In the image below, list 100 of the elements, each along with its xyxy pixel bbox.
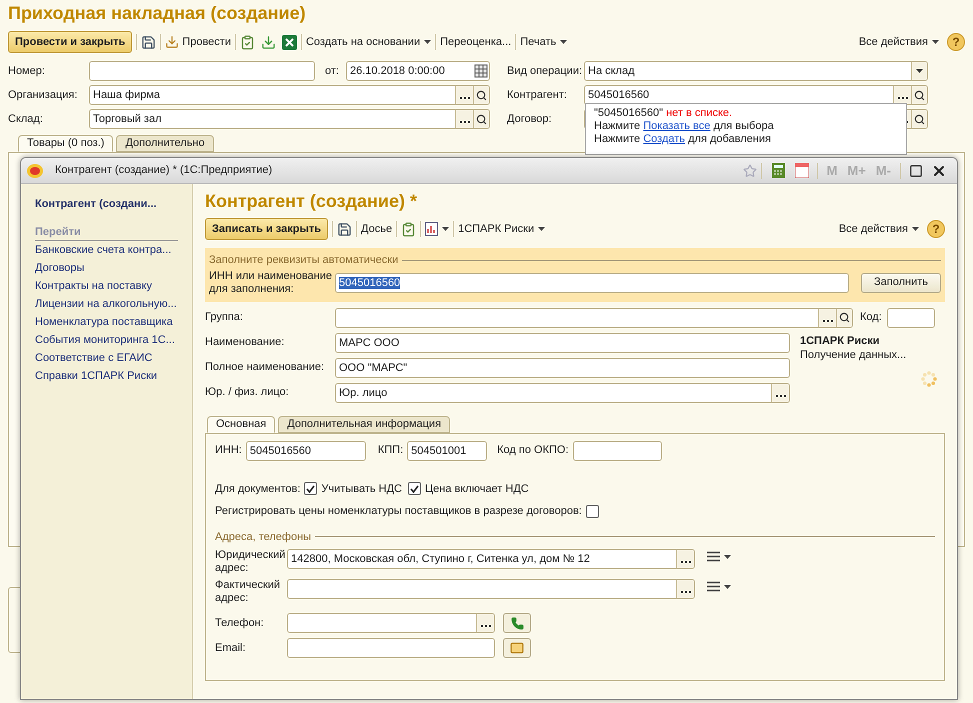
maximize-icon[interactable]: [909, 164, 923, 178]
text-field[interactable]: МАРС ООО: [335, 332, 790, 352]
field-label: Контрагент:: [507, 88, 568, 103]
calendar-icon[interactable]: [474, 64, 488, 78]
caret-icon: [932, 40, 939, 44]
field-label: Телефон:: [215, 616, 265, 631]
spark-risks-menu[interactable]: 1СПАРК Риски: [458, 220, 546, 238]
menu-icon: [707, 551, 720, 562]
save-and-close-button[interactable]: Записать и закрыть: [205, 218, 328, 240]
form-title: Контрагент (создание) *: [205, 190, 418, 212]
search-button[interactable]: [473, 110, 489, 128]
post-button[interactable]: Провести: [182, 34, 231, 50]
field-label: Полное наименование:: [205, 360, 326, 376]
text-field[interactable]: [89, 61, 315, 81]
sidebar-link[interactable]: Контракты на поставку: [35, 276, 178, 294]
sidebar-link[interactable]: Соответствие с ЕГАИС: [35, 348, 178, 366]
send-email-button[interactable]: [503, 638, 531, 658]
text-field[interactable]: [287, 613, 495, 633]
field-label: Номер:: [8, 64, 46, 79]
text-field[interactable]: 5045016560: [335, 272, 849, 292]
sidebar-link[interactable]: Номенклатура поставщика: [35, 312, 178, 330]
report-icon[interactable]: [425, 222, 438, 236]
clipboard-icon[interactable]: [401, 222, 416, 236]
dots-icon: [680, 561, 690, 564]
help-button[interactable]: ?: [927, 220, 945, 238]
text-field[interactable]: [287, 638, 495, 658]
text-field[interactable]: Наша фирма: [89, 85, 490, 105]
checkbox[interactable]: [408, 482, 421, 496]
clipboard-icon[interactable]: [240, 34, 255, 50]
star-icon[interactable]: [742, 164, 757, 178]
sidebar-link[interactable]: Банковские счета контра...: [35, 240, 178, 258]
dropdown-button[interactable]: [911, 62, 927, 80]
tab[interactable]: Дополнительно: [116, 135, 214, 152]
date-field[interactable]: 26.10.2018 0:00:00: [346, 61, 490, 81]
menu-button[interactable]: [707, 581, 731, 592]
text-field[interactable]: [335, 308, 853, 328]
checkbox[interactable]: [586, 504, 599, 518]
text-field[interactable]: На склад: [584, 61, 928, 81]
text-field[interactable]: [572, 440, 662, 460]
print-menu[interactable]: Печать: [520, 34, 568, 50]
dots-icon: [680, 591, 690, 594]
text-field[interactable]: ООО "МАРС": [335, 358, 790, 378]
checkbox[interactable]: [304, 482, 318, 496]
text-field[interactable]: 142800, Московская обл, Ступино г, Ситенка ул, дом № 12: [287, 549, 695, 569]
text-field[interactable]: 5045016560: [246, 440, 366, 460]
text-field[interactable]: Юр. лицо: [335, 382, 790, 402]
choose-button[interactable]: [676, 550, 694, 568]
sidebar-link[interactable]: Справки 1СПАРК Риски: [35, 366, 178, 384]
calendar-icon[interactable]: [794, 163, 809, 178]
download-icon[interactable]: [260, 34, 276, 50]
create-based-on-menu[interactable]: Создать на основании: [306, 34, 432, 50]
choose-button[interactable]: [818, 308, 836, 326]
search-button[interactable]: [836, 308, 852, 326]
field-label: КПП:: [378, 443, 404, 458]
link[interactable]: Показать все: [643, 120, 710, 132]
choose-button[interactable]: [676, 580, 694, 598]
all-actions-menu[interactable]: Все действия: [858, 34, 939, 50]
link[interactable]: Создать: [643, 133, 686, 145]
tab[interactable]: Основная: [207, 416, 276, 432]
field-label: Склад:: [8, 112, 44, 127]
text-field[interactable]: 504501001: [407, 440, 488, 460]
spreadsheet-icon[interactable]: [282, 34, 297, 50]
sidebar-link[interactable]: Лицензии на алкогольную...: [35, 294, 178, 312]
post-and-close-button[interactable]: Провести и закрыть: [8, 31, 132, 53]
dots-icon: [822, 320, 832, 322]
choose-button[interactable]: [455, 110, 473, 128]
spark-title: 1СПАРК Риски: [800, 334, 881, 348]
help-button[interactable]: ?: [947, 33, 965, 51]
all-actions-menu[interactable]: Все действия: [838, 220, 919, 238]
sidebar-link[interactable]: События мониторинга 1С...: [35, 330, 178, 348]
revalue-button[interactable]: Переоценка...: [440, 34, 512, 50]
dossier-button[interactable]: Досье: [361, 220, 392, 238]
text-field[interactable]: [886, 308, 935, 328]
choose-button[interactable]: [455, 86, 473, 104]
caret-icon: [724, 584, 731, 588]
field-label: Код по ОКПО:: [497, 443, 569, 458]
tab[interactable]: Товары (0 поз.): [18, 135, 114, 152]
group-heading: Адреса, телефоны: [215, 530, 312, 544]
text-field[interactable]: 5045016560: [584, 85, 928, 105]
text-field[interactable]: Торговый зал: [89, 109, 490, 129]
window-title: Контрагент (создание) * (1С:Предприятие): [55, 163, 272, 178]
field-label: Email:: [215, 640, 247, 656]
text-field[interactable]: [287, 579, 695, 599]
choose-button[interactable]: [771, 384, 789, 402]
save-icon[interactable]: [337, 222, 352, 236]
call-button[interactable]: [503, 613, 531, 633]
search-button[interactable]: [911, 86, 927, 104]
search-icon: [914, 114, 925, 124]
choose-button[interactable]: [476, 614, 494, 632]
save-icon[interactable]: [141, 34, 156, 50]
loading-status: Получение данных...: [800, 349, 908, 361]
sidebar-link[interactable]: Договоры: [35, 258, 178, 276]
choose-button[interactable]: [893, 86, 911, 104]
tab[interactable]: Дополнительная информация: [278, 416, 450, 432]
search-button[interactable]: [911, 110, 927, 128]
field-label: Юр. / физ. лицо:: [205, 385, 290, 400]
menu-button[interactable]: [707, 551, 731, 562]
calculator-icon[interactable]: [772, 163, 785, 178]
search-button[interactable]: [473, 86, 489, 104]
fill-button[interactable]: Заполнить: [860, 272, 941, 292]
